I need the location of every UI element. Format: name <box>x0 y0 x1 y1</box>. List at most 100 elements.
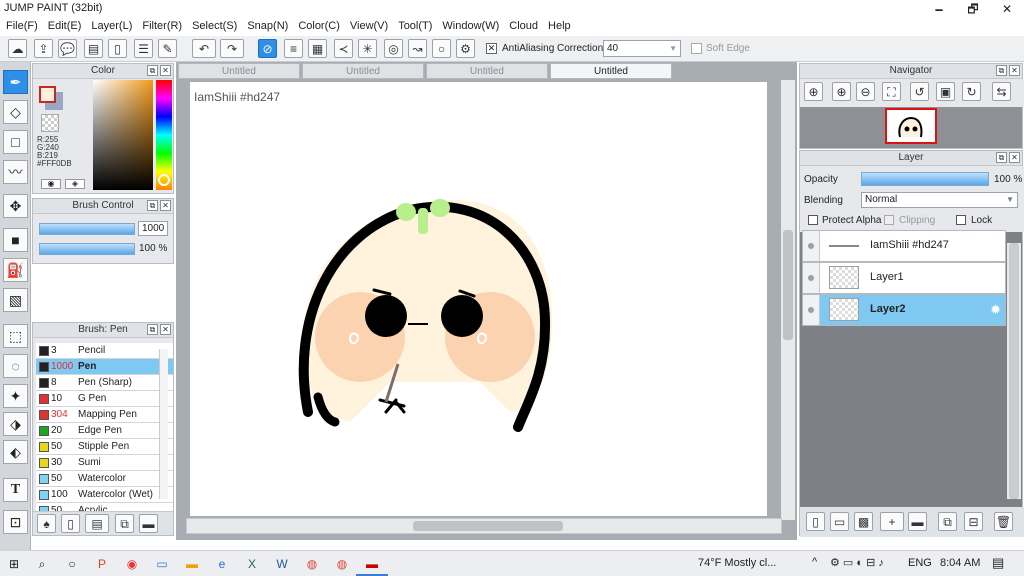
menu-help[interactable]: Help <box>542 18 575 32</box>
chrome-icon[interactable]: ◍ <box>302 554 322 574</box>
shape-tool-icon[interactable]: ■ <box>3 228 28 252</box>
rect-select-icon[interactable]: ⬚ <box>3 324 28 348</box>
brush-menu-icon[interactable]: ▤ <box>85 514 109 533</box>
lock-checkbox[interactable] <box>956 215 966 225</box>
select-eraser-icon[interactable]: ⬖ <box>3 440 28 464</box>
color-mode-button[interactable]: ◉ <box>41 179 61 189</box>
new-folder-icon[interactable]: ▬ <box>908 512 927 531</box>
word-icon[interactable]: W <box>272 554 292 574</box>
brush-list-item[interactable]: 304 Mapping Pen <box>36 407 173 423</box>
maximize-button[interactable]: 🗗 <box>956 0 990 18</box>
float-icon[interactable]: ⧉ <box>147 324 158 335</box>
canvas[interactable]: IamShiii #hd247 <box>190 82 767 516</box>
circle-snap-icon[interactable]: ◎ <box>384 39 403 58</box>
foreground-color-swatch[interactable] <box>39 86 56 103</box>
excel-icon[interactable]: X <box>242 554 262 574</box>
list-icon[interactable]: ☰ <box>134 39 153 58</box>
menu-file[interactable]: File(F) <box>0 18 42 32</box>
close-icon[interactable]: ✕ <box>1009 152 1020 163</box>
brush-folder-icon[interactable]: ▬ <box>139 514 158 533</box>
menu-edit[interactable]: Edit(E) <box>42 18 86 32</box>
transparent-swatch[interactable] <box>41 114 59 132</box>
browser-icon[interactable]: ◉ <box>122 554 142 574</box>
tab-untitled-3[interactable]: Untitled <box>426 63 548 79</box>
perspective-snap-icon[interactable]: ≺ <box>334 39 353 58</box>
chrome-profile-icon[interactable]: ◍ <box>332 554 352 574</box>
menu-layer[interactable]: Layer(L) <box>85 18 136 32</box>
menu-color[interactable]: Color(C) <box>292 18 344 32</box>
start-icon[interactable]: ⊞ <box>4 554 24 574</box>
menu-snap[interactable]: Snap(N) <box>241 18 292 32</box>
actual-size-icon[interactable]: ▣ <box>936 82 955 101</box>
brush-list-item[interactable]: 100 Watercolor (Wet) <box>36 487 173 503</box>
correction-input[interactable]: 40 ▼ <box>603 40 681 57</box>
menu-tool[interactable]: Tool(T) <box>392 18 436 32</box>
weather-text[interactable]: 74°F Mostly cl... <box>698 557 776 569</box>
notification-icon[interactable]: ▤ <box>992 555 1004 571</box>
parallel-snap-icon[interactable]: ≡ <box>284 39 303 58</box>
navigator-thumbnail[interactable] <box>885 108 937 144</box>
language-indicator[interactable]: ENG <box>908 557 932 569</box>
brush-list-scrollbar[interactable] <box>159 349 168 499</box>
brush-size-input[interactable]: 1000 <box>138 221 168 236</box>
brush-list-item[interactable]: 50 Watercolor <box>36 471 173 487</box>
menu-filter[interactable]: Filter(R) <box>136 18 186 32</box>
text-tool-icon[interactable]: T <box>3 478 28 502</box>
visibility-toggle[interactable] <box>803 231 820 261</box>
antialias-checkbox[interactable]: ✕ <box>486 43 497 54</box>
brush-new-icon[interactable]: ▯ <box>61 514 80 533</box>
magic-wand-icon[interactable]: ✦ <box>3 384 28 408</box>
undo-icon[interactable]: ↶ <box>192 39 216 58</box>
brush-list-item[interactable]: 50 Stipple Pen <box>36 439 173 455</box>
menu-select[interactable]: Select(S) <box>186 18 241 32</box>
close-icon[interactable]: ✕ <box>160 65 171 76</box>
brush-stroke-icon[interactable]: 〰 <box>3 160 28 184</box>
fit-window-icon[interactable]: ⛶ <box>882 82 901 101</box>
settings-icon[interactable]: ⚙ <box>456 39 475 58</box>
rotate-left-icon[interactable]: ↺ <box>910 82 929 101</box>
saturation-value-picker[interactable] <box>93 80 153 190</box>
brush-list-item[interactable]: 1000Pen✹ <box>36 359 173 375</box>
ellipse-snap-icon[interactable]: ○ <box>432 39 451 58</box>
eraser-tool-icon[interactable]: ◇ <box>3 100 28 124</box>
color-set-button[interactable]: ◈ <box>65 179 85 189</box>
menu-window[interactable]: Window(W) <box>436 18 503 32</box>
layer-scroll-thumb[interactable] <box>1009 243 1019 499</box>
snap-off-icon[interactable]: ⊘ <box>258 39 277 58</box>
new-halftone-icon[interactable]: ▩ <box>854 512 873 531</box>
layer-row-text[interactable]: IamShiii #hd247 <box>802 230 1006 262</box>
select-pen-icon[interactable]: ⬗ <box>3 412 28 436</box>
horizontal-scroll-thumb[interactable] <box>413 521 563 531</box>
pen-tool-icon[interactable]: ✒ <box>3 70 28 94</box>
file-explorer-icon[interactable]: ▬ <box>182 554 202 574</box>
task-view-icon[interactable]: ○ <box>62 554 82 574</box>
vertical-scrollbar[interactable] <box>781 80 795 520</box>
lasso-select-icon[interactable]: ◌ <box>3 354 28 378</box>
brush-list-item[interactable]: 3 Pencil <box>36 343 173 359</box>
zoom-fit-icon[interactable]: ⊕ <box>804 82 823 101</box>
layer-scrollbar[interactable] <box>1007 243 1021 499</box>
close-icon[interactable]: ✕ <box>1009 65 1020 76</box>
close-button[interactable]: ✕ <box>990 0 1024 18</box>
comment-icon[interactable]: 💬 <box>58 39 77 58</box>
powerpoint-icon[interactable]: P <box>92 554 112 574</box>
add-layer-menu-icon[interactable]: + <box>880 512 904 531</box>
flip-icon[interactable]: ⇆ <box>992 82 1011 101</box>
clipping-checkbox[interactable] <box>884 215 894 225</box>
radial-snap-icon[interactable]: ✳ <box>358 39 377 58</box>
tab-untitled-2[interactable]: Untitled <box>302 63 424 79</box>
layer-opacity-slider[interactable] <box>861 172 989 186</box>
new-raster-icon[interactable]: ▭ <box>830 512 849 531</box>
rotate-right-icon[interactable]: ↻ <box>962 82 981 101</box>
zoom-in-icon[interactable]: ⊕ <box>832 82 851 101</box>
brush-list-item[interactable]: 20 Edge Pen <box>36 423 173 439</box>
blending-select[interactable]: Normal ▼ <box>861 192 1018 208</box>
move-tool-icon[interactable]: ✥ <box>3 194 28 218</box>
curve-snap-icon[interactable]: ↝ <box>408 39 427 58</box>
float-icon[interactable]: ⧉ <box>147 65 158 76</box>
float-icon[interactable]: ⧉ <box>996 152 1007 163</box>
horizontal-scrollbar[interactable] <box>186 518 782 534</box>
brush-size-slider[interactable] <box>39 223 135 235</box>
layer-row-layer2[interactable]: Layer2 ✹ <box>802 294 1006 326</box>
search-icon[interactable]: ⌕ <box>32 554 52 574</box>
